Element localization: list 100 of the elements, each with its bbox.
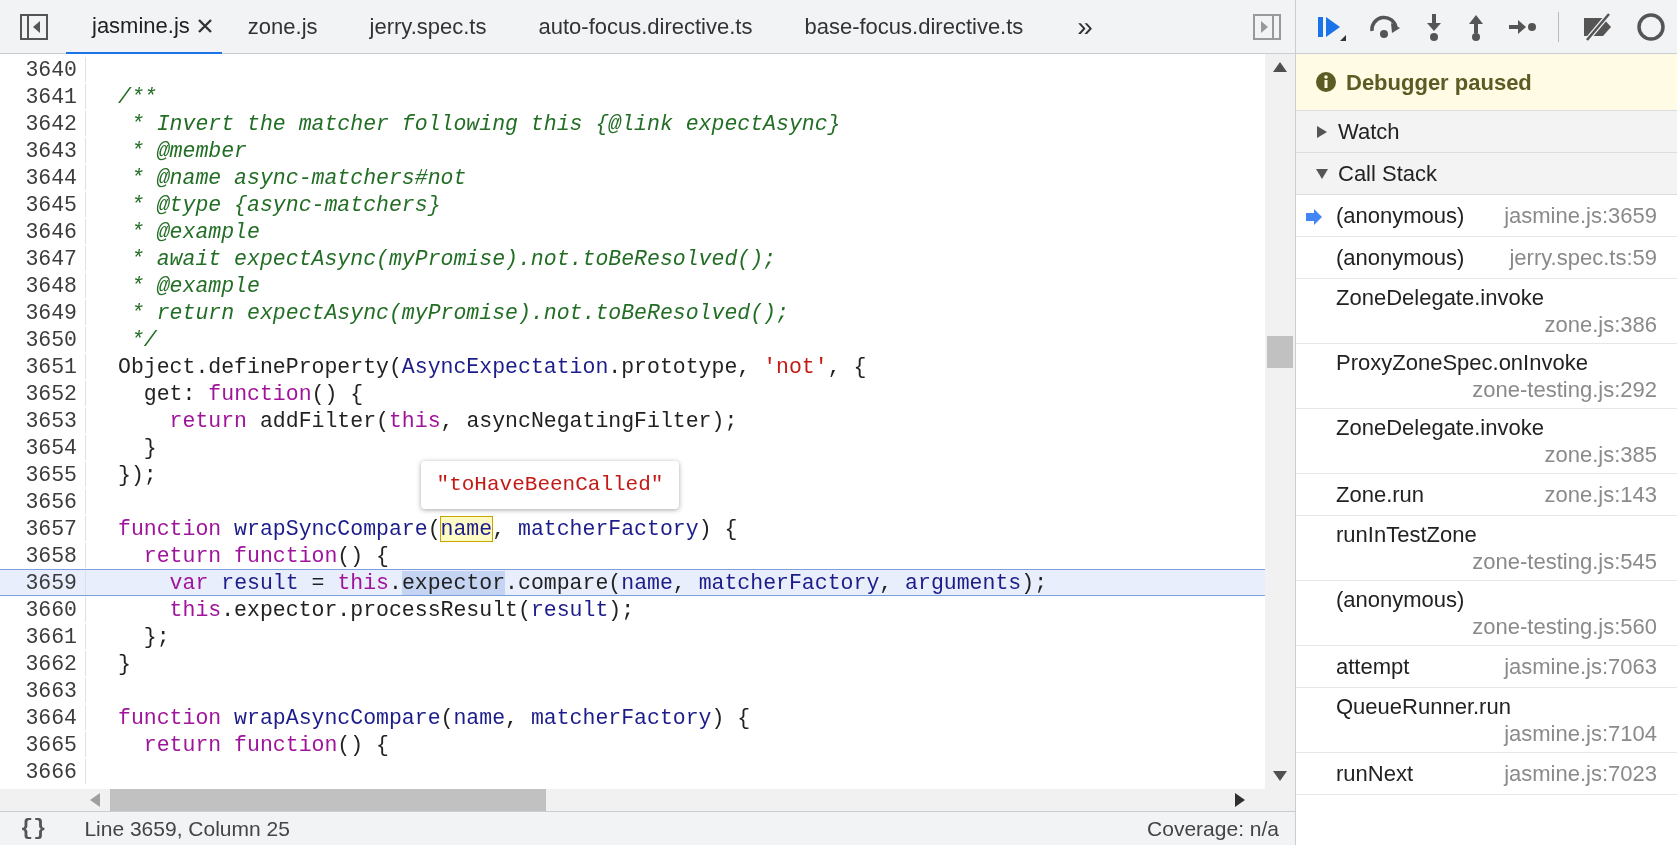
line-number: 3642 — [0, 111, 86, 136]
code-line: /** — [117, 84, 157, 109]
step-into-icon[interactable] — [1424, 12, 1444, 41]
tab-overflow-button[interactable]: » — [1059, 5, 1111, 48]
function-name: (anonymous) — [1336, 586, 1465, 613]
code-line: }; — [142, 624, 170, 649]
line-number: 3653 — [0, 408, 86, 433]
line-number: 3645 — [0, 192, 86, 217]
file-tab[interactable]: auto-focus.directive.ts — [512, 0, 779, 54]
section-header[interactable]: Watch — [1296, 111, 1677, 153]
line-number: 3664 — [0, 705, 86, 730]
call-frame[interactable]: ProxyZoneSpec.onInvoke zone-testing.js:292 — [1296, 344, 1677, 409]
function-name: runNext — [1336, 760, 1414, 787]
source-location: zone.js:385 — [1544, 441, 1657, 468]
function-name: ZoneDelegate.invoke — [1336, 284, 1544, 311]
sidebar-toggle-icon[interactable] — [20, 13, 48, 40]
source-location: jasmine.js:7063 — [1504, 653, 1657, 680]
line-number: 3651 — [0, 354, 86, 379]
code-line: }); — [117, 462, 157, 487]
step-icon[interactable] — [1508, 17, 1536, 36]
source-location: zone.js:386 — [1544, 311, 1657, 338]
call-frame[interactable]: (anonymous) jerry.spec.ts:59 — [1296, 237, 1677, 279]
source-location: jerry.spec.ts:59 — [1509, 244, 1657, 271]
code-line: * return expectAsync(myPromise).not.toBeResolved(); — [129, 300, 789, 325]
close-icon[interactable] — [197, 18, 212, 33]
line-number: 3658 — [0, 543, 86, 568]
code-line: * @member — [129, 138, 248, 163]
file-tab[interactable]: base-focus.directive.ts — [778, 0, 1050, 54]
line-number: 3657 — [0, 516, 86, 541]
line-number: 3646 — [0, 219, 86, 244]
step-over-icon[interactable] — [1368, 14, 1402, 39]
code-line: * await expectAsync(myPromise).not.toBeResolved(); — [129, 246, 776, 271]
code-line: * @example — [129, 219, 260, 244]
line-number: 3649 — [0, 300, 86, 325]
code-line: */ — [129, 327, 157, 352]
call-frame[interactable]: Zone.run zone.js:143 — [1296, 474, 1677, 516]
code-line: function wrapAsyncCompare(name, matcherFactory) { — [117, 705, 751, 730]
code-line: } — [142, 435, 157, 460]
source-location: jasmine.js:3659 — [1504, 202, 1657, 229]
call-frame[interactable]: QueueRunner.run jasmine.js:7104 — [1296, 688, 1677, 753]
file-tab[interactable]: jerry.spec.ts — [343, 0, 513, 54]
call-frame[interactable]: (anonymous) zone-testing.js:560 — [1296, 581, 1677, 646]
line-number: 3641 — [0, 84, 86, 109]
source-location: jasmine.js:7023 — [1504, 760, 1657, 787]
call-frame[interactable]: attempt jasmine.js:7063 — [1296, 646, 1677, 688]
call-frame[interactable]: (anonymous) jasmine.js:3659 — [1296, 195, 1677, 237]
code-line: * @example — [129, 273, 260, 298]
code-line: Object.defineProperty(AsyncExpectation.prototype, 'not', { — [117, 354, 867, 379]
line-number: 3650 — [0, 327, 86, 352]
hovered-variable[interactable]: name — [440, 517, 493, 541]
sidebar-toggle-icon[interactable] — [1253, 13, 1281, 40]
scrollbar-thumb[interactable] — [110, 789, 546, 811]
paused-message: Debugger paused — [1346, 68, 1532, 97]
line-number: 3665 — [0, 732, 86, 757]
line-number: 3660 — [0, 597, 86, 622]
pretty-print-button[interactable]: {} — [16, 812, 51, 845]
line-number: 3652 — [0, 381, 86, 406]
function-name: ProxyZoneSpec.onInvoke — [1336, 349, 1588, 376]
function-name: QueueRunner.run — [1336, 693, 1511, 720]
code-line: } — [117, 651, 131, 676]
line-number: 3663 — [0, 678, 86, 703]
function-name: (anonymous) — [1336, 244, 1465, 271]
code-line: function wrapSyncCompare(name, matcherFactory) { — [117, 516, 738, 541]
call-frame[interactable]: runInTestZone zone-testing.js:545 — [1296, 516, 1677, 581]
call-frame[interactable]: runNext jasmine.js:7023 — [1296, 753, 1677, 795]
line-number: 3647 — [0, 246, 86, 271]
source-location: zone-testing.js:560 — [1472, 613, 1657, 640]
source-location: jasmine.js:7104 — [1504, 720, 1657, 747]
line-number: 3662 — [0, 651, 86, 676]
line-number: 3644 — [0, 165, 86, 190]
line-number: 3654 — [0, 435, 86, 460]
line-number: 3640 — [0, 57, 86, 82]
file-tab[interactable]: zone.js — [221, 0, 344, 54]
function-name: Zone.run — [1336, 481, 1425, 508]
cursor-position: Line 3659, Column 25 — [84, 815, 290, 842]
file-tab[interactable]: jasmine.js — [66, 0, 222, 54]
function-name: (anonymous) — [1336, 202, 1465, 229]
code-line: * @name async-matchers#not — [129, 165, 467, 190]
section-header[interactable]: Call Stack — [1296, 153, 1677, 195]
line-number: 3656 — [0, 489, 86, 514]
line-number: 3659 — [0, 570, 86, 595]
line-number: 3655 — [0, 462, 86, 487]
code-line: var result = this.expector.compare(name, matcherFactory, arguments); — [168, 570, 1048, 595]
line-number: 3661 — [0, 624, 86, 649]
code-line: return function() { — [142, 543, 389, 568]
code-line: get: function() { — [142, 381, 364, 406]
call-frame[interactable]: ZoneDelegate.invoke zone.js:385 — [1296, 409, 1677, 474]
function-name: ZoneDelegate.invoke — [1336, 414, 1544, 441]
code-line: * Invert the matcher following this {@link expectAsync} — [129, 111, 841, 136]
coverage-label: Coverage: n/a — [1147, 815, 1279, 842]
code-line: return function() { — [142, 732, 389, 757]
call-frame[interactable]: ZoneDelegate.invoke zone.js:386 — [1296, 279, 1677, 344]
source-location: zone-testing.js:545 — [1472, 548, 1657, 575]
code-line: return addFilter(this, asyncNegatingFilter); — [168, 408, 738, 433]
pause-exceptions-icon[interactable] — [1637, 12, 1665, 41]
source-location: zone-testing.js:292 — [1472, 376, 1657, 403]
line-number: 3666 — [0, 759, 86, 784]
scrollbar-thumb[interactable] — [1267, 336, 1293, 368]
line-number: 3643 — [0, 138, 86, 163]
source-location: zone.js:143 — [1544, 481, 1657, 508]
